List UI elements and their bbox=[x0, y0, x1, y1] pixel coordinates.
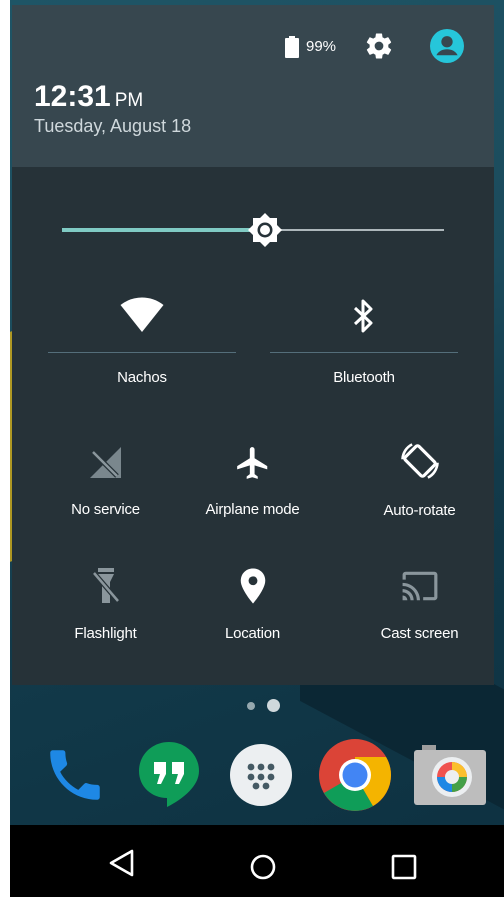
tile-cast[interactable]: Cast screen bbox=[352, 567, 487, 642]
auto-rotate-label: Auto-rotate bbox=[383, 502, 456, 519]
apps-drawer-icon[interactable] bbox=[229, 743, 293, 807]
battery-percent: 99% bbox=[306, 38, 337, 55]
bluetooth-label: Bluetooth bbox=[333, 369, 395, 386]
no-service-label: No service bbox=[71, 501, 140, 518]
brightness-thumb-icon[interactable] bbox=[247, 212, 283, 248]
airplane-label: Airplane mode bbox=[205, 501, 300, 518]
tile-auto-rotate[interactable]: Auto-rotate bbox=[352, 440, 487, 519]
tile-location[interactable]: Location bbox=[185, 567, 320, 642]
back-icon[interactable] bbox=[104, 845, 140, 881]
tile-wifi-label[interactable]: Nachos bbox=[48, 369, 236, 386]
divider-wifi bbox=[48, 352, 236, 353]
location-pin-icon bbox=[240, 568, 265, 604]
bluetooth-icon bbox=[353, 299, 373, 333]
brightness-slider-track bbox=[264, 229, 444, 231]
tile-bluetooth[interactable] bbox=[270, 298, 458, 334]
airplane-icon bbox=[236, 447, 267, 479]
cast-icon bbox=[402, 571, 437, 601]
chrome-icon[interactable] bbox=[318, 738, 392, 812]
tile-no-service[interactable]: No service bbox=[38, 444, 173, 518]
camera-icon[interactable] bbox=[412, 743, 488, 807]
cast-label: Cast screen bbox=[380, 625, 459, 642]
rotate-icon bbox=[400, 443, 439, 479]
tile-airplane[interactable]: Airplane mode bbox=[185, 444, 320, 518]
battery-icon bbox=[285, 36, 299, 58]
page-indicator-dot bbox=[247, 702, 255, 710]
tile-bluetooth-label[interactable]: Bluetooth bbox=[270, 369, 458, 386]
brightness-slider-fill bbox=[62, 228, 264, 232]
tile-flashlight[interactable]: Flashlight bbox=[38, 567, 173, 642]
clock-ampm: PM bbox=[114, 90, 144, 111]
recents-icon[interactable] bbox=[386, 849, 422, 885]
tile-wifi[interactable] bbox=[48, 295, 236, 333]
page-indicator-dot-active bbox=[267, 699, 280, 712]
flashlight-icon bbox=[91, 568, 120, 603]
home-icon[interactable] bbox=[245, 849, 281, 885]
phone-icon[interactable] bbox=[40, 742, 110, 808]
divider-bluetooth bbox=[270, 352, 458, 353]
hangouts-icon[interactable] bbox=[137, 740, 201, 808]
settings-gear-icon[interactable] bbox=[364, 31, 394, 61]
wifi-label: Nachos bbox=[117, 369, 167, 386]
wifi-icon bbox=[120, 297, 164, 332]
clock[interactable]: 12:31 PM bbox=[34, 80, 143, 114]
date-label[interactable]: Tuesday, August 18 bbox=[34, 116, 191, 137]
flashlight-label: Flashlight bbox=[74, 625, 137, 642]
clock-time: 12:31 bbox=[34, 80, 111, 113]
no-signal-icon bbox=[89, 447, 121, 478]
user-avatar-icon[interactable] bbox=[430, 29, 464, 63]
location-label: Location bbox=[224, 625, 281, 642]
